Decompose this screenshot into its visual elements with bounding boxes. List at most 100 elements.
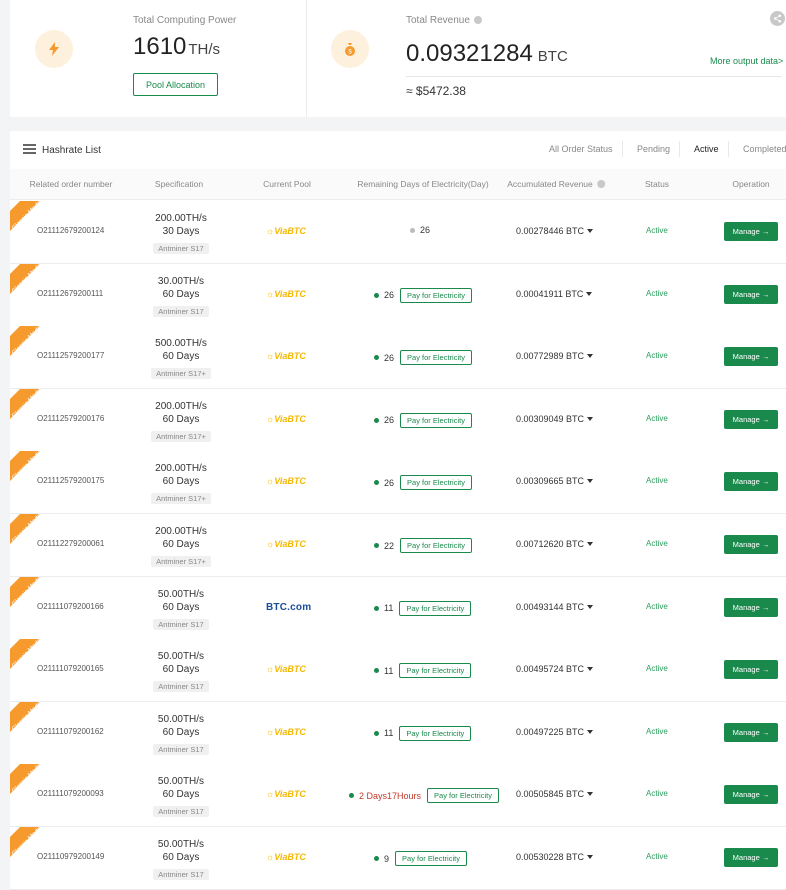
spec-power: 200.00TH/s — [155, 213, 207, 224]
specification: 50.00TH/s 60 Days Antminer S17 — [138, 588, 224, 632]
spec-period: 60 Days — [162, 664, 200, 676]
col-status: Status — [644, 179, 670, 189]
accumulated-revenue[interactable]: 0.00712620 BTC — [516, 539, 594, 549]
pay-electricity-button[interactable]: Pay for Electricity — [400, 412, 472, 428]
order-number: O21111079200165 — [37, 664, 104, 674]
summary-card: Total Computing Power 1610 TH/s Pool Allo… — [10, 0, 786, 117]
order-number: O21112579200175 — [37, 476, 105, 486]
pool-logo-viabtc: ☼ViaBTC — [266, 664, 306, 675]
status-text: Active — [646, 726, 668, 736]
manage-button[interactable]: Manage → — [724, 284, 778, 304]
accumulated-revenue[interactable]: 0.00309665 BTC — [516, 476, 594, 486]
pay-electricity-button[interactable]: Pay for Electricity — [400, 350, 472, 366]
pay-electricity-button[interactable]: Pay for Electricity — [399, 725, 472, 741]
accumulated-revenue[interactable]: 0.00530228 BTC — [516, 852, 594, 862]
caret-down-icon[interactable] — [586, 291, 593, 296]
accumulated-revenue[interactable]: 0.00041911 BTC — [516, 289, 593, 299]
status-dot — [374, 480, 379, 486]
filter-completed[interactable]: Completed — [743, 144, 786, 154]
filter-pending[interactable]: Pending — [637, 144, 670, 154]
remaining-days: 26 Pay for Electricity — [374, 475, 472, 491]
manage-button[interactable]: Manage → — [724, 785, 778, 805]
table-row: Classic Mode O21112679200111 30.00TH/s 60 D… — [10, 263, 786, 327]
caret-down-icon[interactable] — [587, 354, 594, 359]
spec-model-tag: Antminer S17 — [153, 743, 209, 755]
pay-electricity-button[interactable]: Pay for Electricity — [400, 538, 472, 553]
accumulated-revenue[interactable]: 0.00772989 BTC — [516, 351, 594, 361]
caret-down-icon[interactable] — [587, 729, 594, 734]
order-number: O21111079200162 — [37, 726, 104, 736]
pay-electricity-button[interactable]: Pay for Electricity — [400, 287, 472, 303]
manage-button[interactable]: Manage → — [724, 660, 778, 680]
spec-model-tag: Antminer S17+ — [151, 430, 211, 442]
pay-electricity-button[interactable]: Pay for Electricity — [427, 788, 499, 804]
remaining-days-value: 2 Days17Hours — [359, 790, 422, 801]
specification: 50.00TH/s 60 Days Antminer S17 — [138, 775, 224, 819]
table-row: Classic Mode O21111079200093 50.00TH/s 60 D… — [10, 764, 786, 828]
caret-down-icon[interactable] — [587, 667, 594, 672]
classic-mode-ribbon: Classic Mode — [10, 326, 58, 374]
caret-down-icon[interactable] — [587, 604, 594, 609]
filter-all-order-status[interactable]: All Order Status — [549, 144, 613, 154]
status-text: Active — [646, 288, 668, 298]
pay-electricity-button[interactable]: Pay for Electricity — [399, 600, 472, 616]
pay-electricity-button[interactable]: Pay for Electricity — [395, 851, 467, 866]
table-row: Classic Mode O21111079200162 50.00TH/s 60 D… — [10, 701, 786, 765]
manage-button[interactable]: Manage → — [724, 597, 778, 617]
classic-mode-ribbon: Classic Mode — [10, 701, 58, 750]
caret-down-icon[interactable] — [587, 542, 594, 546]
spec-period: 30 Days — [162, 226, 200, 237]
caret-down-icon[interactable] — [587, 792, 594, 797]
list-title: Hashrate List — [42, 145, 101, 156]
spec-model-tag: Antminer S17 — [153, 305, 209, 317]
remaining-days-value: 11 — [384, 728, 394, 739]
accumulated-revenue[interactable]: 0.00278446 BTC — [516, 226, 594, 236]
spec-model-tag: Antminer S17+ — [151, 556, 211, 567]
manage-button[interactable]: Manage → — [724, 472, 778, 492]
classic-mode-ribbon: Classic Mode — [10, 451, 58, 499]
remaining-days-value: 11 — [384, 603, 394, 614]
caret-down-icon[interactable] — [587, 855, 594, 859]
col-accumulated-revenue: Accumulated Revenue — [507, 179, 605, 189]
status-text: Active — [646, 601, 668, 611]
accumulated-revenue[interactable]: 0.00495724 BTC — [516, 664, 594, 674]
manage-button[interactable]: Manage → — [724, 409, 778, 429]
remaining-days: 11 Pay for Electricity — [374, 600, 472, 616]
info-icon[interactable] — [596, 180, 605, 188]
accumulated-revenue[interactable]: 0.00497225 BTC — [516, 727, 594, 737]
manage-button[interactable]: Manage → — [724, 222, 778, 241]
spec-period: 60 Days — [162, 476, 200, 488]
manage-button[interactable]: Manage → — [724, 535, 778, 554]
caret-down-icon[interactable] — [587, 479, 594, 484]
order-number: O21111079200166 — [37, 601, 104, 611]
caret-down-icon[interactable] — [587, 229, 594, 233]
status-dot — [349, 793, 354, 799]
remaining-days: 9 Pay for Electricity — [374, 851, 467, 866]
remaining-days-value: 26 — [384, 290, 395, 301]
remaining-days: 22 Pay for Electricity — [374, 538, 472, 553]
share-icon[interactable] — [770, 11, 785, 26]
accumulated-revenue[interactable]: 0.00505845 BTC — [516, 789, 594, 799]
filter-active[interactable]: Active — [694, 144, 719, 154]
pool-allocation-button[interactable]: Pool Allocation — [133, 73, 218, 96]
more-output-link[interactable]: More output data> — [710, 56, 783, 66]
order-number: O21112679200124 — [37, 226, 105, 235]
manage-button[interactable]: Manage → — [724, 347, 778, 367]
manage-button[interactable]: Manage → — [724, 848, 778, 867]
order-number: O21111079200093 — [37, 789, 104, 799]
pool-logo-viabtc: ☼ViaBTC — [266, 852, 306, 862]
remaining-days-value: 26 — [384, 352, 395, 363]
filter-separator — [728, 141, 729, 157]
caret-down-icon[interactable] — [587, 416, 594, 421]
pay-electricity-button[interactable]: Pay for Electricity — [399, 663, 472, 679]
spec-model-tag: Antminer S17+ — [151, 493, 211, 505]
col-order-number: Related order number — [29, 179, 113, 189]
accumulated-revenue[interactable]: 0.00493144 BTC — [516, 602, 594, 612]
pay-electricity-button[interactable]: Pay for Electricity — [400, 475, 472, 491]
manage-button[interactable]: Manage → — [724, 722, 778, 742]
accumulated-revenue[interactable]: 0.00309049 BTC — [516, 414, 594, 424]
spec-model-tag: Antminer S17 — [153, 618, 209, 630]
spec-period: 60 Days — [162, 726, 200, 738]
revenue-divider — [406, 76, 782, 77]
info-icon[interactable] — [473, 16, 482, 24]
